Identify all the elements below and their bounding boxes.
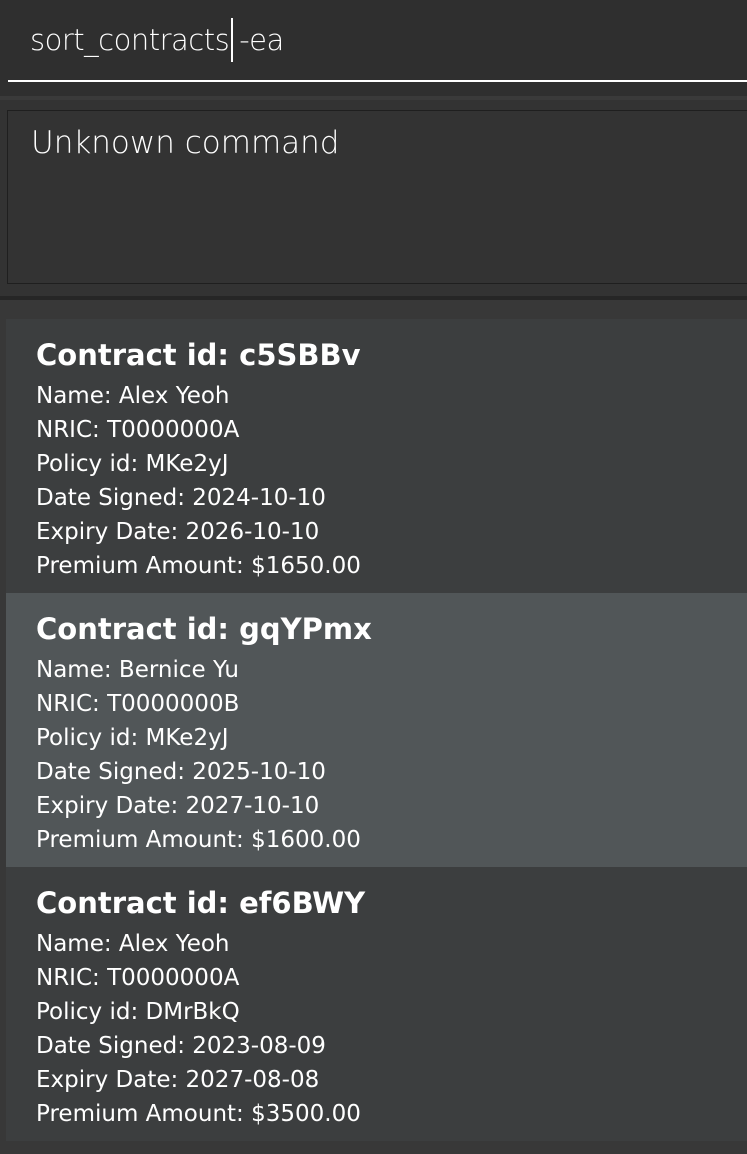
contract-expiry-date: Expiry Date: 2027-10-10: [36, 793, 320, 819]
contract-premium-amount: Premium Amount: $3500.00: [36, 1101, 361, 1127]
result-display[interactable]: Unknown command: [7, 110, 747, 284]
text-caret: [231, 18, 234, 62]
contract-name: Name: Bernice Yu: [36, 657, 239, 683]
contract-nric: NRIC: T0000000A: [36, 965, 240, 991]
contract-date-signed: Date Signed: 2023-08-09: [36, 1033, 326, 1059]
contract-card-selected[interactable]: Contract id: gqYPmx Name: Bernice Yu NRI…: [6, 593, 747, 867]
contract-policy-id: Policy id: DMrBkQ: [36, 999, 240, 1025]
contract-name: Name: Alex Yeoh: [36, 383, 230, 409]
contract-nric: NRIC: T0000000A: [36, 417, 240, 443]
command-text-after-caret: -ea: [239, 23, 284, 57]
contract-card[interactable]: Contract id: c5SBBv Name: Alex Yeoh NRIC…: [6, 319, 747, 593]
result-display-panel: Unknown command: [0, 100, 747, 296]
contract-list[interactable]: Contract id: c5SBBv Name: Alex Yeoh NRIC…: [6, 319, 747, 1141]
contract-nric: NRIC: T0000000B: [36, 691, 240, 717]
contract-policy-id: Policy id: MKe2yJ: [36, 725, 229, 751]
command-input[interactable]: sort_contracts -ea: [8, 0, 747, 82]
contract-name: Name: Alex Yeoh: [36, 931, 230, 957]
contract-id: Contract id: gqYPmx: [36, 612, 372, 646]
contract-policy-id: Policy id: MKe2yJ: [36, 451, 229, 477]
contract-premium-amount: Premium Amount: $1650.00: [36, 553, 361, 579]
contract-premium-amount: Premium Amount: $1600.00: [36, 827, 361, 853]
contract-id: Contract id: c5SBBv: [36, 338, 361, 372]
contract-date-signed: Date Signed: 2025-10-10: [36, 759, 326, 785]
contract-expiry-date: Expiry Date: 2026-10-10: [36, 519, 320, 545]
contract-list-panel[interactable]: Contract id: c5SBBv Name: Alex Yeoh NRIC…: [0, 300, 747, 1154]
command-box: sort_contracts -ea: [0, 0, 747, 96]
contract-card[interactable]: Contract id: ef6BWY Name: Alex Yeoh NRIC…: [6, 867, 747, 1141]
contract-expiry-date: Expiry Date: 2027-08-08: [36, 1067, 320, 1093]
contract-date-signed: Date Signed: 2024-10-10: [36, 485, 326, 511]
result-message: Unknown command: [31, 125, 340, 161]
contract-id: Contract id: ef6BWY: [36, 886, 366, 920]
command-text-before-caret: sort_contracts: [30, 23, 230, 57]
